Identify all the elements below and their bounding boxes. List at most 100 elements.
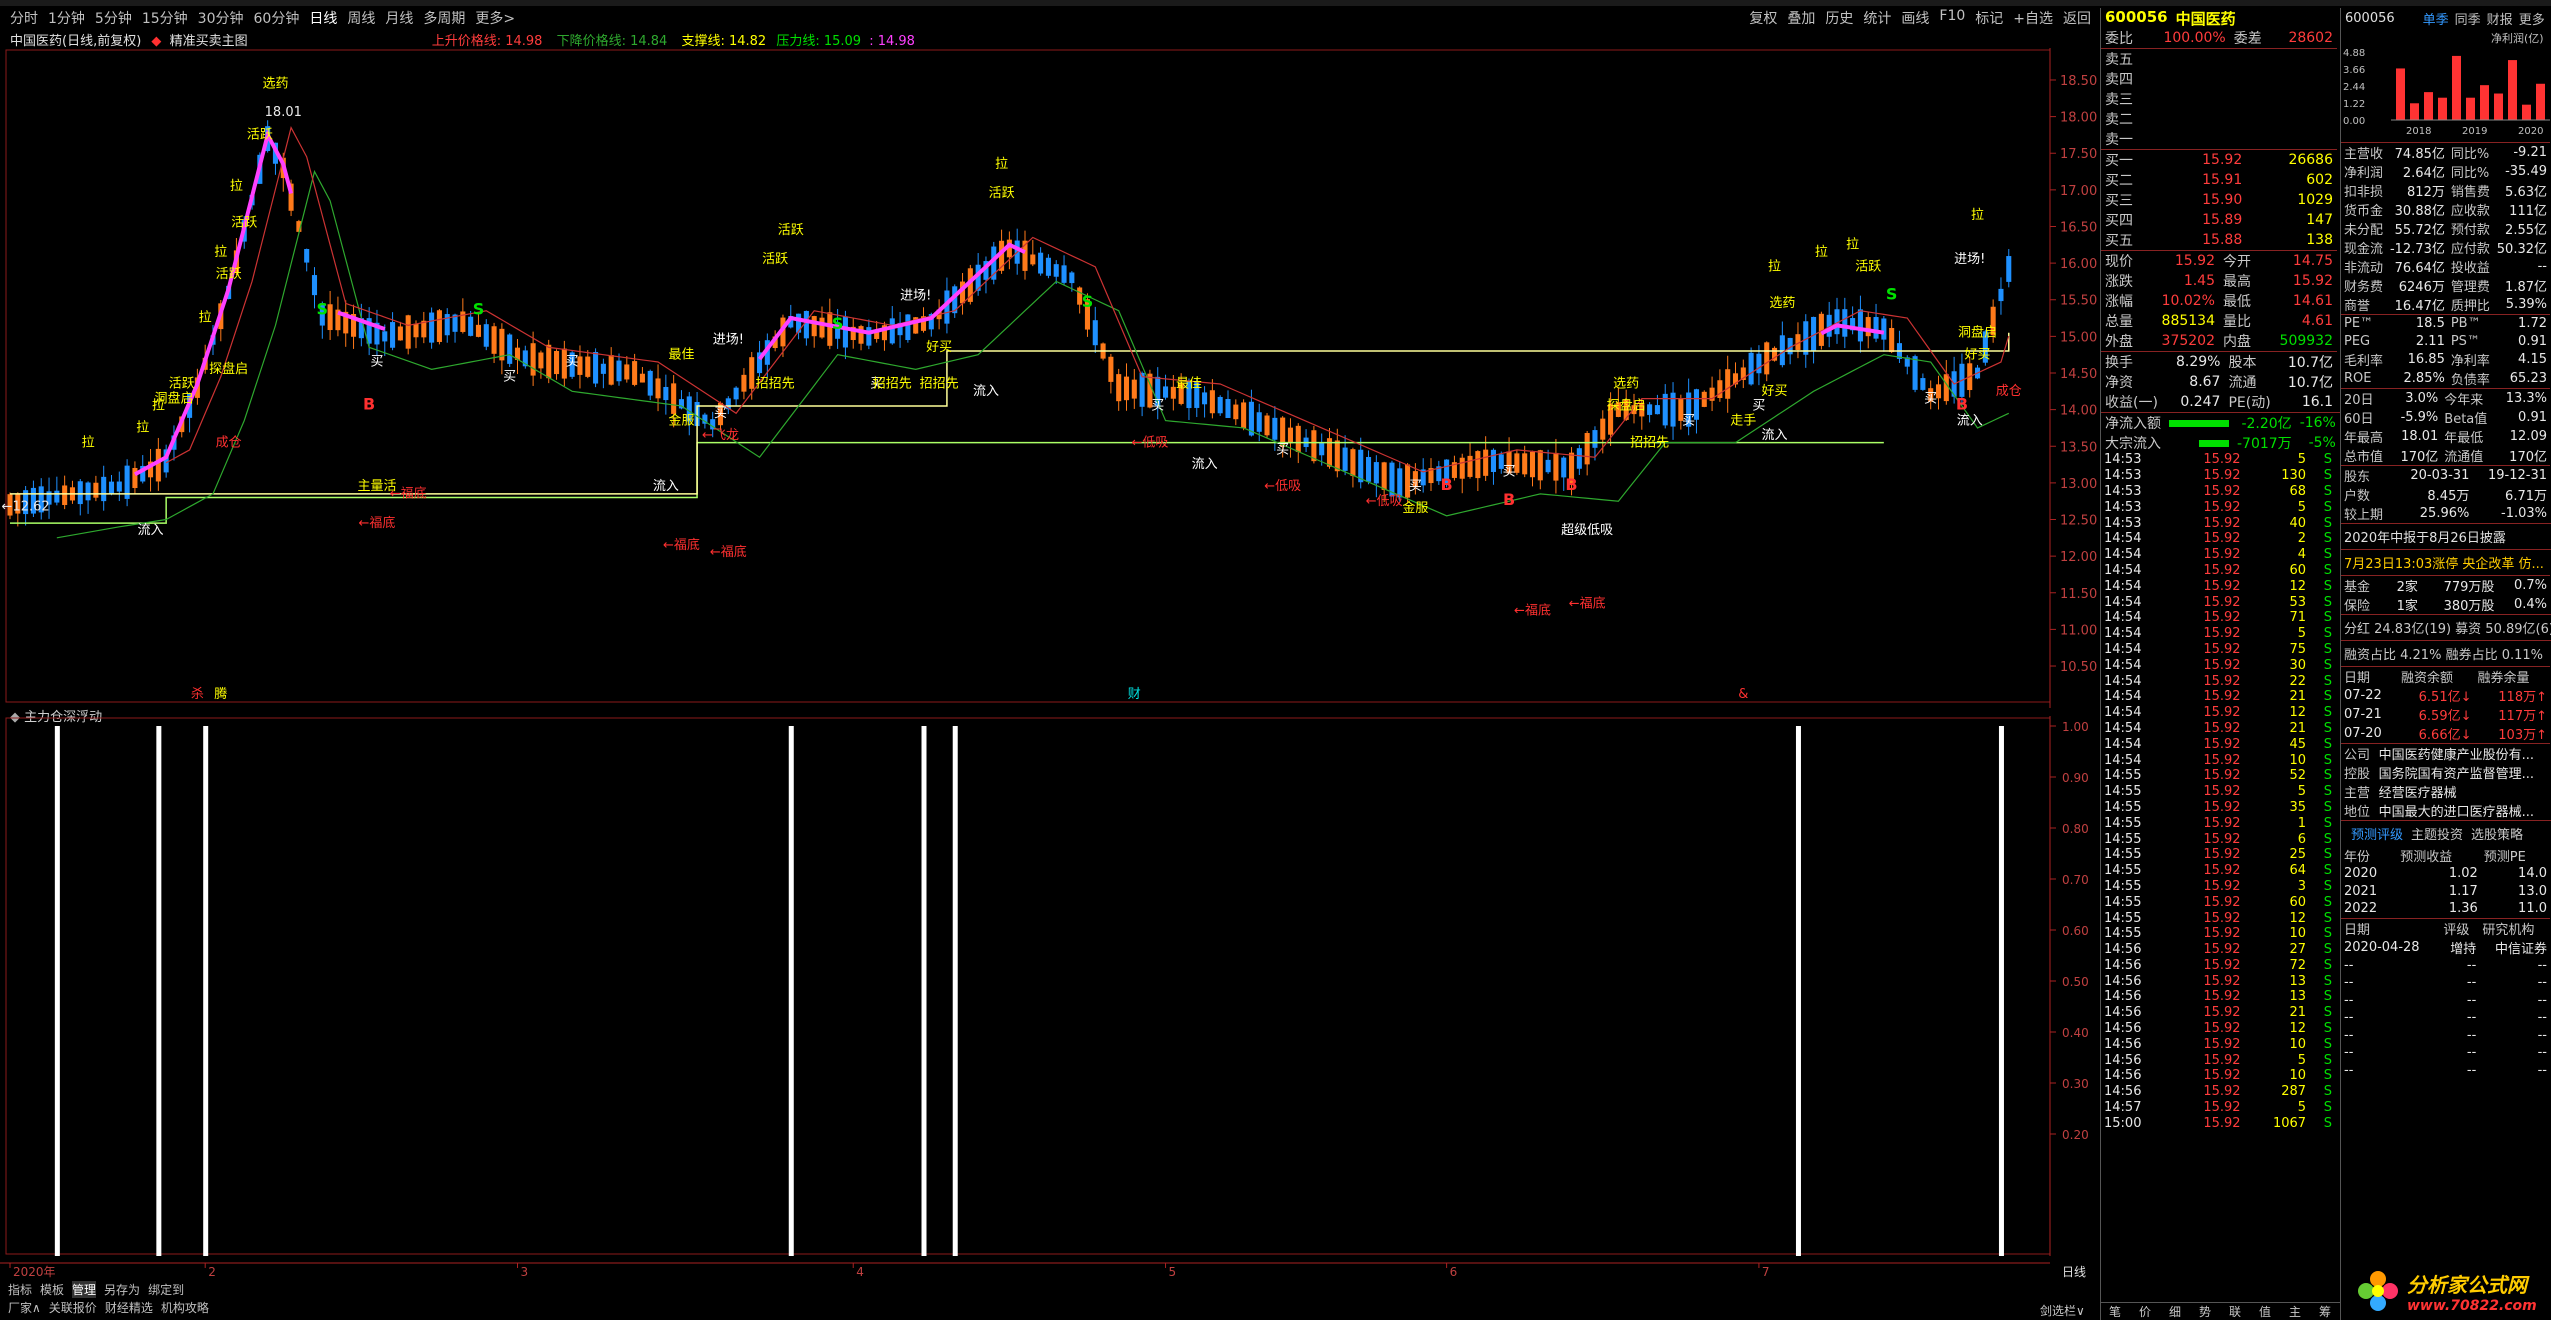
timeframe-9[interactable]: 多周期: [423, 8, 465, 28]
timeframe-2[interactable]: 5分钟: [95, 8, 132, 28]
panel-tab-0[interactable]: 厂家∧: [8, 1299, 41, 1316]
forecast-tab-1[interactable]: 主题投资: [2411, 824, 2463, 843]
fin-row-6-cell-1: 76.64亿: [2394, 261, 2445, 276]
tool-8[interactable]: 返回: [2063, 8, 2091, 28]
timeframe-4[interactable]: 30分钟: [198, 8, 244, 28]
rating-row-3-cell-1: --: [2466, 992, 2477, 1008]
timeframe-0[interactable]: 分时: [10, 8, 38, 28]
date-label-4: 5: [1169, 1265, 1177, 1279]
bottom-nav-4[interactable]: 联: [2229, 1303, 2241, 1320]
bottom-nav-1[interactable]: 价: [2139, 1303, 2151, 1320]
timeframe-3[interactable]: 15分钟: [142, 8, 188, 28]
bottom-nav-0[interactable]: 笔: [2109, 1303, 2121, 1320]
margin-head-cell-2: 融券余量: [2477, 671, 2530, 686]
buy-row-1-cell-1: 15.91: [2202, 172, 2243, 188]
sidebar-toggle[interactable]: 剑选栏∨: [2040, 1302, 2085, 1319]
fc-row-2-cell-1: 1.36: [2448, 901, 2478, 917]
fin-row-6: 非流动 76.64亿 投收益 --: [2341, 257, 2550, 276]
flower-logo-icon: [2358, 1271, 2398, 1311]
tick-row-41-cell-0: 14:57: [2104, 1100, 2142, 1116]
annotation-77: 最佳: [1176, 377, 1202, 392]
candle-body: [1092, 320, 1098, 346]
date-label-5: 6: [1450, 1265, 1458, 1279]
annotation-65: 活跃: [762, 252, 788, 267]
annotation-75: ←飞龙: [702, 428, 739, 443]
support-line-value: 支撑线: 14.82: [681, 34, 767, 49]
candle-body: [1701, 391, 1707, 407]
bottom-marker-1: 腾: [214, 686, 227, 702]
bottom-tab-0[interactable]: 指标: [8, 1281, 32, 1298]
tool-4[interactable]: 画线: [1901, 8, 1929, 28]
tool-3[interactable]: 统计: [1863, 8, 1891, 28]
tick-row-23-cell-0: 14:55: [2104, 815, 2142, 831]
perf-row-0-cell-0: 20日: [2344, 393, 2374, 408]
bottom-nav-3[interactable]: 势: [2199, 1303, 2211, 1320]
candle-body: [733, 387, 739, 400]
tool-0[interactable]: 复权: [1749, 8, 1777, 28]
tick-row-13-cell-0: 14:54: [2104, 657, 2142, 673]
bottom-tab-4[interactable]: 绑定到: [148, 1281, 184, 1298]
annotation-33: 买: [1503, 465, 1516, 480]
tick-row-39-cell-2: 10: [2289, 1068, 2307, 1084]
timeframe-5[interactable]: 60分钟: [254, 8, 300, 28]
tick-row-12-cell-1: 15.92: [2203, 641, 2241, 657]
flow-row-0-cell-0: 净流入额: [2105, 416, 2161, 432]
forecast-tab-2[interactable]: 选股策略: [2471, 824, 2523, 843]
indicator-marker-icon[interactable]: ◆: [151, 34, 161, 49]
tool-7[interactable]: +自选: [2013, 8, 2053, 28]
panel-tab-1[interactable]: 关联报价: [49, 1299, 97, 1316]
company-row-3-cell-0: 地位: [2344, 805, 2371, 820]
f10-tab-2[interactable]: 财报: [2487, 9, 2513, 28]
tick-row-22-cell-3: S: [2323, 799, 2332, 815]
timeframe-8[interactable]: 月线: [385, 8, 413, 28]
panel-tab-3[interactable]: 机构攻略: [161, 1299, 209, 1316]
fc-row-0-cell-1: 1.02: [2448, 866, 2478, 882]
signal-bar-6: [1795, 726, 1801, 1256]
f10-tab-3[interactable]: 更多: [2519, 9, 2545, 28]
bottom-nav-5[interactable]: 值: [2259, 1303, 2271, 1320]
fin-row-2: 扣非损 812万 销售费 5.63亿: [2341, 181, 2550, 200]
annotation-8: 拉: [199, 311, 212, 326]
fin-row-2-cell-3: 5.63亿: [2505, 185, 2547, 200]
bottom-tab-3[interactable]: 另存为: [104, 1281, 140, 1298]
tool-2[interactable]: 历史: [1825, 8, 1853, 28]
sub-indicator-chart[interactable]: 1.00 0.90 0.80 0.70 0.60 0.50 0.40 0.30 0.20: [0, 716, 2100, 1256]
timeframe-1[interactable]: 1分钟: [48, 8, 85, 28]
annotation-7: 拉: [214, 245, 227, 260]
tick-row-10-cell-2: 71: [2289, 610, 2307, 626]
tool-5[interactable]: F10: [1939, 8, 1965, 28]
f10-tab-1[interactable]: 同季: [2455, 9, 2481, 28]
date-axis-right-label[interactable]: 日线: [2062, 1265, 2086, 1279]
flow-bar: [2199, 439, 2229, 447]
down-price-line: [56, 169, 2010, 539]
margin-head-cell-0: 日期: [2344, 671, 2371, 686]
stat-row-0-cell-3: 14.75: [2292, 253, 2333, 269]
annotation-67: 好买: [1762, 384, 1788, 399]
tool-1[interactable]: 叠加: [1787, 8, 1815, 28]
fin-row-7-cell-3: 1.87亿: [2505, 280, 2547, 295]
tick-row-19-cell-0: 14:54: [2104, 752, 2142, 768]
tick-row-28: 14:55 15.92 60 S: [2100, 894, 2336, 910]
bottom-tab-1[interactable]: 模板: [40, 1281, 64, 1298]
tick-row-11-cell-2: 5: [2297, 626, 2307, 642]
f10-tab-0[interactable]: 单季: [2423, 9, 2449, 28]
candle-body: [1483, 449, 1489, 476]
panel-tab-2[interactable]: 财经精选: [105, 1299, 153, 1316]
bottom-nav-7[interactable]: 筹: [2319, 1303, 2331, 1320]
candlestick-chart[interactable]: 18.50 18.00 17.50 17.00 16.50 16.00 15.50 15.00…: [0, 48, 2100, 708]
timeframe-7[interactable]: 周线: [347, 8, 375, 28]
tool-6[interactable]: 标记: [1975, 8, 2003, 28]
forecast-tab-0[interactable]: 预测评级: [2351, 824, 2403, 843]
indicator-name[interactable]: 精准买卖主图: [170, 34, 248, 49]
bottom-nav-6[interactable]: 主: [2289, 1303, 2301, 1320]
timeframe-6[interactable]: 日线: [309, 8, 337, 28]
timeframe-10[interactable]: 更多>: [475, 8, 515, 28]
logo-title: 分析家公式网: [2407, 1272, 2527, 1297]
news-headline[interactable]: 7月23日13:03涨停 央企改革 仿...: [2341, 549, 2551, 575]
buy-row-3-cell-1: 15.89: [2202, 212, 2243, 228]
stat2-row-2-cell-0: 收益(一): [2105, 395, 2158, 411]
tick-list[interactable]: 14:53 15.92 5 S 14:53 15.92 130 S 14:53 15.92 68 S 1…: [2100, 452, 2340, 1131]
bottom-tab-2[interactable]: 管理: [72, 1280, 97, 1298]
fin-row-1: 净利润 2.64亿 同比% -35.49: [2341, 162, 2550, 181]
bottom-nav-2[interactable]: 细: [2169, 1303, 2181, 1320]
